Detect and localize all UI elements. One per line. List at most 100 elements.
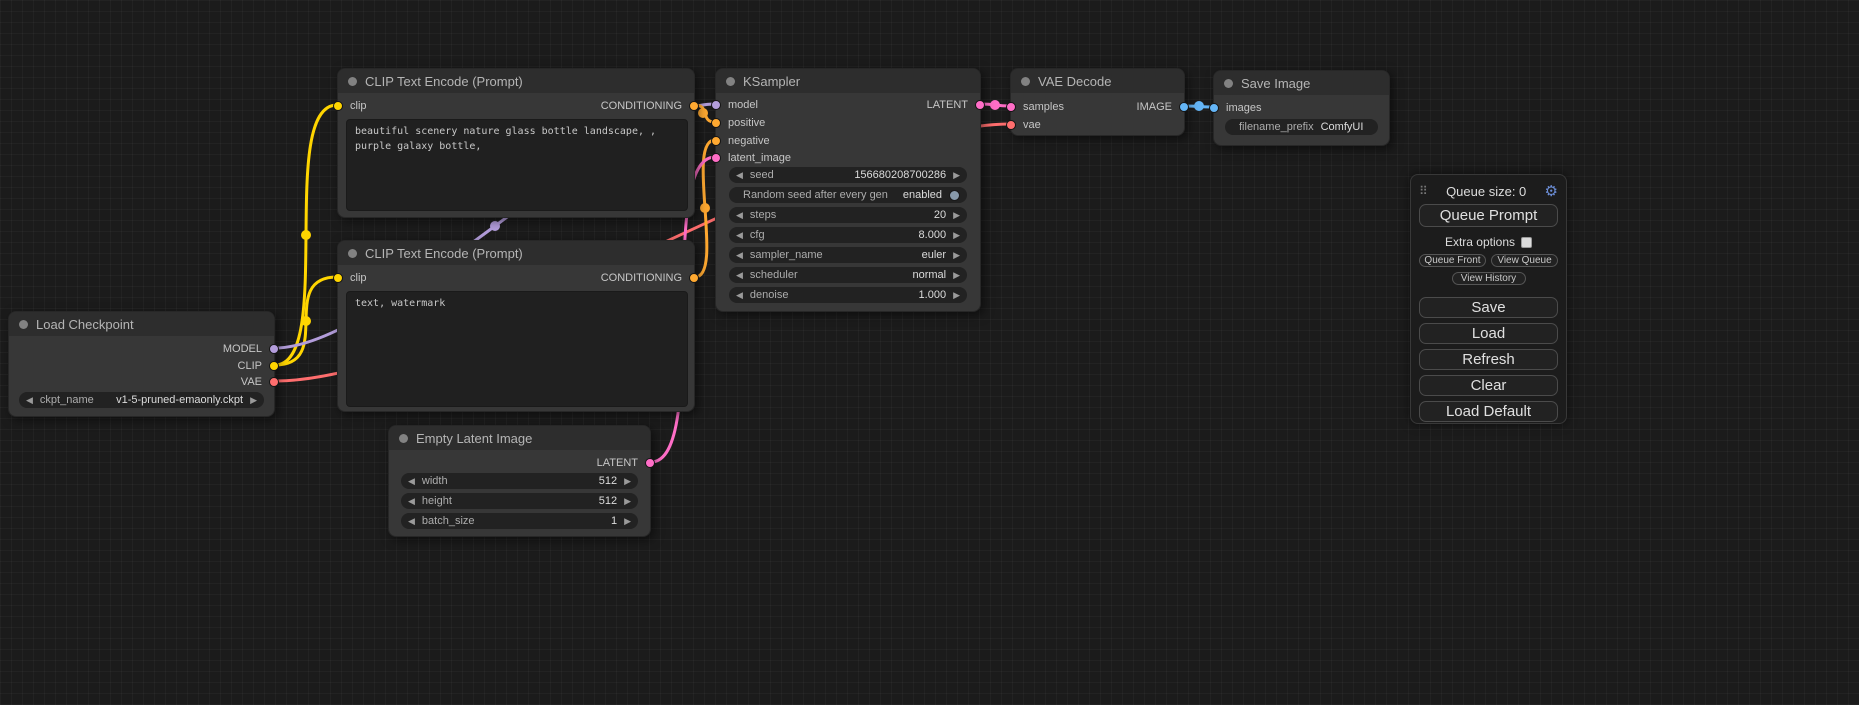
widget-value[interactable]: 156680208700286 [781, 169, 946, 181]
node-clip-text-encode-positive[interactable]: CLIP Text Encode (Prompt) clip CONDITION… [337, 68, 695, 218]
node-titlebar[interactable]: Load Checkpoint [9, 312, 274, 336]
arrow-left-icon[interactable]: ◀ [736, 287, 743, 303]
arrow-left-icon[interactable]: ◀ [26, 392, 33, 408]
clip-port-dot[interactable] [269, 361, 279, 371]
node-ksampler[interactable]: KSampler model positive negative latent_… [715, 68, 981, 312]
widget-value[interactable]: normal [805, 269, 946, 281]
refresh-button[interactable]: Refresh [1419, 349, 1558, 370]
arrow-right-icon[interactable]: ▶ [953, 227, 960, 243]
widget-value[interactable]: 512 [459, 495, 617, 507]
batch-size-widget[interactable]: ◀ batch_size 1 ▶ [401, 513, 638, 529]
node-clip-text-encode-negative[interactable]: CLIP Text Encode (Prompt) clip CONDITION… [337, 240, 695, 412]
collapse-dot-icon[interactable] [348, 77, 357, 86]
arrow-right-icon[interactable]: ▶ [953, 247, 960, 263]
scheduler-widget[interactable]: ◀ scheduler normal ▶ [729, 267, 967, 283]
node-titlebar[interactable]: Empty Latent Image [389, 426, 650, 450]
collapse-dot-icon[interactable] [19, 320, 28, 329]
height-widget[interactable]: ◀ height 512 ▶ [401, 493, 638, 509]
widget-value[interactable]: euler [830, 249, 946, 261]
node-save-image[interactable]: Save Image images filename_prefix ComfyU… [1213, 70, 1390, 146]
image-port-dot[interactable] [1209, 103, 1219, 113]
widget-value[interactable]: 8.000 [772, 229, 946, 241]
node-titlebar[interactable]: CLIP Text Encode (Prompt) [338, 69, 694, 93]
node-titlebar[interactable]: VAE Decode [1011, 69, 1184, 93]
comfyui-canvas[interactable]: Load Checkpoint MODEL CLIP VAE ◀ ckpt_na… [0, 0, 1859, 705]
save-button[interactable]: Save [1419, 297, 1558, 318]
node-load-checkpoint[interactable]: Load Checkpoint MODEL CLIP VAE ◀ ckpt_na… [8, 311, 275, 417]
prompt-textarea[interactable]: text, watermark [346, 291, 688, 407]
image-port-dot[interactable] [1179, 102, 1189, 112]
arrow-right-icon[interactable]: ▶ [624, 513, 631, 529]
ckpt-name-widget[interactable]: ◀ ckpt_name v1-5-pruned-emaonly.ckpt ▶ [19, 392, 264, 408]
filename-prefix-widget[interactable]: filename_prefix ComfyUI [1225, 119, 1378, 135]
width-widget[interactable]: ◀ width 512 ▶ [401, 473, 638, 489]
arrow-left-icon[interactable]: ◀ [736, 227, 743, 243]
view-history-button[interactable]: View History [1452, 272, 1526, 285]
sampler-name-widget[interactable]: ◀ sampler_name euler ▶ [729, 247, 967, 263]
arrow-right-icon[interactable]: ▶ [624, 493, 631, 509]
node-titlebar[interactable]: KSampler [716, 69, 980, 93]
arrow-left-icon[interactable]: ◀ [408, 513, 415, 529]
clear-button[interactable]: Clear [1419, 375, 1558, 396]
latent-port-dot[interactable] [1006, 102, 1016, 112]
arrow-right-icon[interactable]: ▶ [953, 267, 960, 283]
node-titlebar[interactable]: Save Image [1214, 71, 1389, 95]
toggle-indicator-icon[interactable] [949, 190, 960, 201]
cfg-widget[interactable]: ◀ cfg 8.000 ▶ [729, 227, 967, 243]
widget-value[interactable]: v1-5-pruned-emaonly.ckpt [101, 394, 243, 406]
widget-value[interactable]: 512 [455, 475, 617, 487]
node-empty-latent-image[interactable]: Empty Latent Image LATENT ◀ width 512 ▶ … [388, 425, 651, 537]
settings-gear-icon[interactable]: ⚙ [1545, 184, 1558, 199]
widget-value[interactable]: 20 [783, 209, 946, 221]
arrow-left-icon[interactable]: ◀ [736, 247, 743, 263]
arrow-right-icon[interactable]: ▶ [953, 207, 960, 223]
model-port-dot[interactable] [711, 100, 721, 110]
arrow-right-icon[interactable]: ▶ [250, 392, 257, 408]
extra-options-row: Extra options [1419, 235, 1558, 249]
widget-value[interactable]: enabled [895, 189, 942, 201]
conditioning-port-dot[interactable] [711, 136, 721, 146]
arrow-right-icon[interactable]: ▶ [953, 287, 960, 303]
model-port-dot[interactable] [269, 344, 279, 354]
extra-options-checkbox[interactable] [1521, 237, 1532, 248]
collapse-dot-icon[interactable] [1021, 77, 1030, 86]
arrow-left-icon[interactable]: ◀ [736, 207, 743, 223]
clip-port-dot[interactable] [333, 101, 343, 111]
prompt-textarea[interactable]: beautiful scenery nature glass bottle la… [346, 119, 688, 211]
widget-value[interactable]: 1 [482, 515, 618, 527]
node-titlebar[interactable]: CLIP Text Encode (Prompt) [338, 241, 694, 265]
widget-value[interactable]: 1.000 [795, 289, 946, 301]
collapse-dot-icon[interactable] [348, 249, 357, 258]
queue-front-button[interactable]: Queue Front [1419, 254, 1486, 267]
seed-widget[interactable]: ◀ seed 156680208700286 ▶ [729, 167, 967, 183]
collapse-dot-icon[interactable] [399, 434, 408, 443]
node-vae-decode[interactable]: VAE Decode samples vae IMAGE [1010, 68, 1185, 136]
denoise-widget[interactable]: ◀ denoise 1.000 ▶ [729, 287, 967, 303]
arrow-right-icon[interactable]: ▶ [953, 167, 960, 183]
vae-port-dot[interactable] [1006, 120, 1016, 130]
conditioning-port-dot[interactable] [689, 273, 699, 283]
arrow-left-icon[interactable]: ◀ [408, 493, 415, 509]
view-queue-button[interactable]: View Queue [1491, 254, 1558, 267]
arrow-right-icon[interactable]: ▶ [624, 473, 631, 489]
random-seed-toggle-widget[interactable]: Random seed after every gen enabled [729, 187, 967, 203]
port-label: positive [728, 117, 765, 129]
latent-port-dot[interactable] [975, 100, 985, 110]
latent-port-dot[interactable] [711, 153, 721, 163]
clip-port-dot[interactable] [333, 273, 343, 283]
arrow-left-icon[interactable]: ◀ [736, 267, 743, 283]
widget-value[interactable]: ComfyUI [1321, 121, 1374, 133]
latent-port-dot[interactable] [645, 458, 655, 468]
conditioning-port-dot[interactable] [689, 101, 699, 111]
load-default-button[interactable]: Load Default [1419, 401, 1558, 422]
collapse-dot-icon[interactable] [726, 77, 735, 86]
collapse-dot-icon[interactable] [1224, 79, 1233, 88]
conditioning-port-dot[interactable] [711, 118, 721, 128]
vae-port-dot[interactable] [269, 377, 279, 387]
queue-prompt-button[interactable]: Queue Prompt [1419, 204, 1558, 227]
arrow-left-icon[interactable]: ◀ [736, 167, 743, 183]
steps-widget[interactable]: ◀ steps 20 ▶ [729, 207, 967, 223]
arrow-left-icon[interactable]: ◀ [408, 473, 415, 489]
load-button[interactable]: Load [1419, 323, 1558, 344]
drag-handle-icon[interactable]: ⠿ [1419, 184, 1428, 198]
